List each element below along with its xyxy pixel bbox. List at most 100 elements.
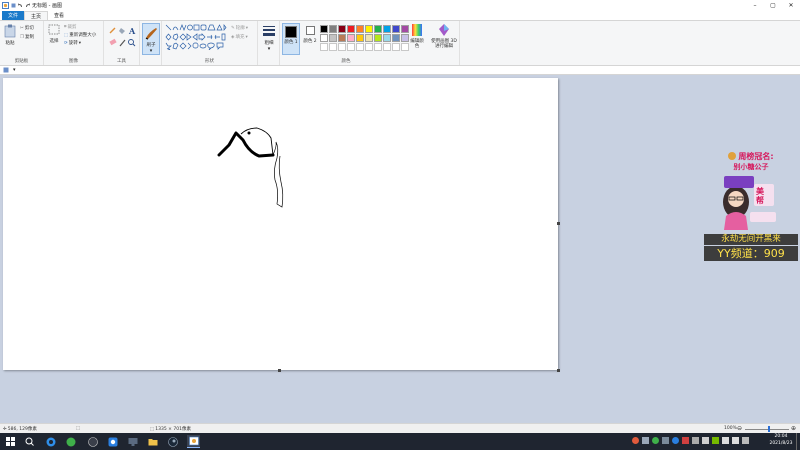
custom-color-slot[interactable] bbox=[356, 43, 364, 51]
palette-swatch[interactable] bbox=[383, 34, 391, 42]
tab-file[interactable]: 文件 bbox=[2, 11, 25, 20]
palette-swatch[interactable] bbox=[392, 25, 400, 33]
paint3d-button[interactable]: 使用画图 3D 进行编辑 bbox=[430, 23, 458, 49]
palette-swatch[interactable] bbox=[401, 34, 409, 42]
custom-color-slot[interactable] bbox=[347, 43, 355, 51]
palette-swatch[interactable] bbox=[347, 25, 355, 33]
redo-icon[interactable] bbox=[25, 2, 30, 8]
custom-color-slot[interactable] bbox=[320, 43, 328, 51]
taskbar-app-steam[interactable] bbox=[166, 435, 179, 448]
green-circle-app-icon bbox=[66, 437, 75, 446]
custom-color-slot[interactable] bbox=[374, 43, 382, 51]
tab-view[interactable]: 查看 bbox=[48, 11, 70, 20]
select-button[interactable]: 选择 bbox=[47, 24, 61, 44]
blue-app-icon bbox=[108, 437, 117, 446]
undo-icon[interactable] bbox=[18, 2, 23, 8]
save-icon[interactable] bbox=[11, 3, 16, 8]
palette-swatch[interactable] bbox=[320, 25, 328, 33]
line-size-icon bbox=[263, 26, 275, 36]
zoom-slider-thumb[interactable] bbox=[768, 426, 770, 432]
maximize-button[interactable]: ▢ bbox=[764, 0, 782, 10]
custom-color-slot[interactable] bbox=[338, 43, 346, 51]
rotate-button[interactable]: ⟳ 旋转 ▾ bbox=[64, 40, 81, 47]
tray-app-blue-icon[interactable] bbox=[672, 437, 679, 444]
tray-app-window-icon[interactable] bbox=[702, 437, 709, 444]
custom-color-slot[interactable] bbox=[365, 43, 373, 51]
palette-swatch[interactable] bbox=[365, 34, 373, 42]
taskbar-app-monitor[interactable] bbox=[126, 435, 139, 448]
zoom-slider-track[interactable] bbox=[745, 428, 789, 430]
palette-swatch[interactable] bbox=[338, 34, 346, 42]
custom-color-slot[interactable] bbox=[383, 43, 391, 51]
palette-swatch[interactable] bbox=[356, 25, 364, 33]
save-icon[interactable] bbox=[3, 67, 9, 73]
text-icon[interactable]: A bbox=[128, 26, 136, 36]
cut-button[interactable]: ✂ 剪切 bbox=[20, 25, 34, 32]
palette-swatch[interactable] bbox=[356, 34, 364, 42]
palette-swatch[interactable] bbox=[338, 25, 346, 33]
fill-bucket-icon[interactable] bbox=[119, 28, 125, 34]
color1-button[interactable]: 颜色 1 bbox=[282, 23, 300, 55]
zoom-in-button[interactable]: ⊕ bbox=[791, 425, 796, 432]
zoom-out-button[interactable]: ⊖ bbox=[737, 425, 742, 432]
tray-app-green-icon[interactable] bbox=[652, 437, 659, 444]
size-button[interactable]: 粗细 ▾ bbox=[261, 24, 277, 52]
network-icon[interactable] bbox=[722, 437, 729, 444]
palette-swatch[interactable] bbox=[347, 34, 355, 42]
search-button[interactable] bbox=[23, 435, 36, 448]
shapes-gallery[interactable] bbox=[165, 24, 227, 50]
clock[interactable]: 20:04 2021/8/23 bbox=[768, 434, 794, 447]
palette-swatch[interactable] bbox=[374, 34, 382, 42]
paste-button[interactable]: 粘贴 bbox=[3, 24, 17, 46]
fill-dropdown[interactable]: ◈ 填充 ▾ bbox=[231, 34, 248, 41]
custom-color-slot[interactable] bbox=[401, 43, 409, 51]
resize-button[interactable]: ⬚ 重新调整大小 bbox=[64, 32, 96, 39]
brushes-button[interactable]: 刷子 ▾ bbox=[142, 23, 160, 55]
edge-browser-icon bbox=[46, 437, 55, 446]
palette-swatch[interactable] bbox=[374, 25, 382, 33]
palette-swatch[interactable] bbox=[320, 34, 328, 42]
tray-app-red-icon[interactable] bbox=[632, 437, 639, 444]
crown-badge-icon bbox=[728, 152, 737, 160]
resize-handle-corner[interactable] bbox=[557, 369, 560, 372]
pencil-icon[interactable] bbox=[109, 27, 116, 34]
taskbar-app-dark[interactable] bbox=[86, 435, 99, 448]
resize-handle-bottom[interactable] bbox=[278, 369, 281, 372]
copy-button[interactable]: ❐ 复制 bbox=[20, 34, 34, 41]
palette-swatch[interactable] bbox=[329, 34, 337, 42]
color-picker-icon[interactable] bbox=[119, 39, 126, 47]
tray-app-box-icon[interactable] bbox=[692, 437, 699, 444]
drawing-canvas[interactable] bbox=[3, 78, 558, 370]
minimize-button[interactable]: – bbox=[746, 0, 764, 10]
show-desktop-button[interactable] bbox=[796, 433, 797, 450]
resize-handle-right[interactable] bbox=[557, 222, 560, 225]
tab-home[interactable]: 主页 bbox=[24, 11, 49, 20]
chevron-down-icon[interactable]: ▾ bbox=[13, 67, 16, 73]
tray-app-card-icon[interactable] bbox=[682, 437, 689, 444]
magnifier-icon[interactable] bbox=[128, 39, 136, 47]
taskbar-app-paint[interactable] bbox=[187, 435, 200, 448]
palette-swatch[interactable] bbox=[392, 34, 400, 42]
taskbar-edge[interactable] bbox=[44, 435, 57, 448]
edit-colors-button[interactable]: 编辑颜色 bbox=[410, 23, 424, 49]
nvidia-icon[interactable] bbox=[712, 437, 719, 444]
outline-dropdown[interactable]: ✎ 轮廓 ▾ bbox=[231, 25, 248, 32]
taskbar-app-blue[interactable] bbox=[106, 435, 119, 448]
taskbar-app-folder[interactable] bbox=[146, 435, 159, 448]
start-button[interactable] bbox=[4, 435, 17, 448]
palette-swatch[interactable] bbox=[329, 25, 337, 33]
keyboard-icon[interactable] bbox=[742, 437, 749, 444]
palette-swatch[interactable] bbox=[365, 25, 373, 33]
tray-app-gray-icon[interactable] bbox=[642, 437, 649, 444]
tray-app-steam-icon[interactable] bbox=[662, 437, 669, 444]
taskbar-app-green[interactable] bbox=[64, 435, 77, 448]
color2-button[interactable]: 颜色 2 bbox=[302, 23, 318, 55]
volume-icon[interactable] bbox=[732, 437, 739, 444]
custom-color-slot[interactable] bbox=[329, 43, 337, 51]
close-button[interactable]: ✕ bbox=[782, 0, 800, 10]
palette-swatch[interactable] bbox=[401, 25, 409, 33]
custom-color-slot[interactable] bbox=[392, 43, 400, 51]
crop-button[interactable]: ⌗ 裁剪 bbox=[64, 24, 77, 30]
palette-swatch[interactable] bbox=[383, 25, 391, 33]
eraser-icon[interactable] bbox=[109, 38, 117, 46]
